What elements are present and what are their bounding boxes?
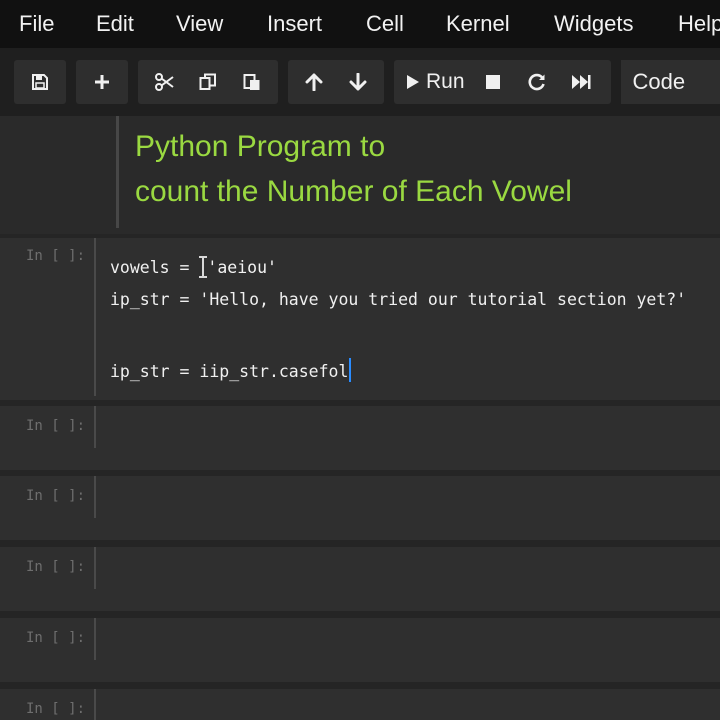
fast-forward-icon [571, 75, 591, 89]
paste-button[interactable] [230, 60, 274, 104]
toolbar-area: Run Code [0, 48, 720, 116]
toolbar-group-clipboard [138, 60, 278, 104]
menu-cell[interactable]: Cell [366, 11, 404, 37]
empty-code-cell-4[interactable]: In [ ]: [0, 618, 720, 682]
save-icon [32, 74, 48, 90]
cell-gutter [94, 406, 96, 448]
toolbar-group-save [14, 60, 66, 104]
markdown-heading-line2: count the Number of Each Vowel [135, 175, 572, 208]
run-all-button[interactable] [559, 60, 603, 104]
cell-type-select[interactable]: Code [620, 60, 720, 104]
move-up-button[interactable] [292, 60, 336, 104]
empty-code-cell-1[interactable]: In [ ]: [0, 406, 720, 470]
toolbar-group-move [288, 60, 384, 104]
toolbar-group-insert [76, 60, 128, 104]
markdown-cell[interactable]: Python Program to count the Number of Ea… [0, 116, 720, 234]
code-line-2[interactable]: ip_str = 'Hello, have you tried our tuto… [110, 290, 686, 309]
menu-kernel[interactable]: Kernel [446, 11, 510, 37]
paste-icon [243, 74, 260, 90]
toolbar: Run Code [14, 58, 720, 106]
markdown-cell-border [116, 116, 119, 228]
insert-cell-button[interactable] [80, 60, 124, 104]
save-button[interactable] [18, 60, 62, 104]
interrupt-button[interactable] [471, 60, 515, 104]
cell-prompt: In [ ]: [26, 418, 86, 434]
menu-widgets[interactable]: Widgets [554, 11, 633, 37]
cell-gutter [94, 547, 96, 589]
notebook-area: Python Program to count the Number of Ea… [0, 116, 720, 720]
play-icon [407, 75, 419, 89]
code-line-1[interactable]: vowels = 'aeiou' [110, 256, 277, 278]
code-line-3-text: ip_str = iip_str.casefol [110, 362, 349, 381]
arrow-down-icon [349, 73, 367, 91]
move-down-button[interactable] [336, 60, 380, 104]
cell-prompt: In [ ]: [26, 248, 86, 264]
cell-prompt: In [ ]: [26, 701, 86, 717]
menu-bar: File Edit View Insert Cell Kernel Widget… [0, 0, 720, 48]
cell-prompt: In [ ]: [26, 630, 86, 646]
restart-button[interactable] [515, 60, 559, 104]
menu-help[interactable]: Help [678, 11, 720, 37]
run-label: Run [426, 70, 465, 93]
code-line-1-string: 'aeiou' [207, 258, 277, 277]
restart-icon [528, 73, 545, 91]
cell-prompt: In [ ]: [26, 559, 86, 575]
menu-view[interactable]: View [176, 11, 223, 37]
copy-icon [199, 73, 216, 90]
cell-prompt: In [ ]: [26, 488, 86, 504]
code-line-3[interactable]: ip_str = iip_str.casefol [110, 358, 352, 382]
cell-gutter [94, 476, 96, 518]
scissors-icon [155, 73, 174, 91]
menu-insert[interactable]: Insert [267, 11, 322, 37]
run-button[interactable]: Run [398, 60, 471, 104]
menu-edit[interactable]: Edit [96, 11, 134, 37]
stop-icon [485, 75, 500, 89]
markdown-heading-line1: Python Program to [135, 130, 386, 163]
plus-icon [95, 75, 109, 89]
arrow-up-icon [305, 73, 323, 91]
toolbar-group-run: Run [394, 60, 611, 104]
empty-code-cell-3[interactable]: In [ ]: [0, 547, 720, 611]
cell-gutter [94, 618, 96, 660]
code-line-1-lhs: vowels = [110, 258, 200, 277]
caret [349, 358, 352, 382]
cell-gutter [94, 238, 96, 396]
text-cursor-icon [199, 256, 208, 278]
empty-code-cell-2[interactable]: In [ ]: [0, 476, 720, 540]
code-cell[interactable]: In [ ]: vowels = 'aeiou' ip_str = 'Hello… [0, 238, 720, 400]
menu-file[interactable]: File [19, 11, 54, 37]
empty-code-cell-5[interactable]: In [ ]: [0, 689, 720, 720]
cut-button[interactable] [142, 60, 186, 104]
copy-button[interactable] [186, 60, 230, 104]
cell-gutter [94, 689, 96, 720]
